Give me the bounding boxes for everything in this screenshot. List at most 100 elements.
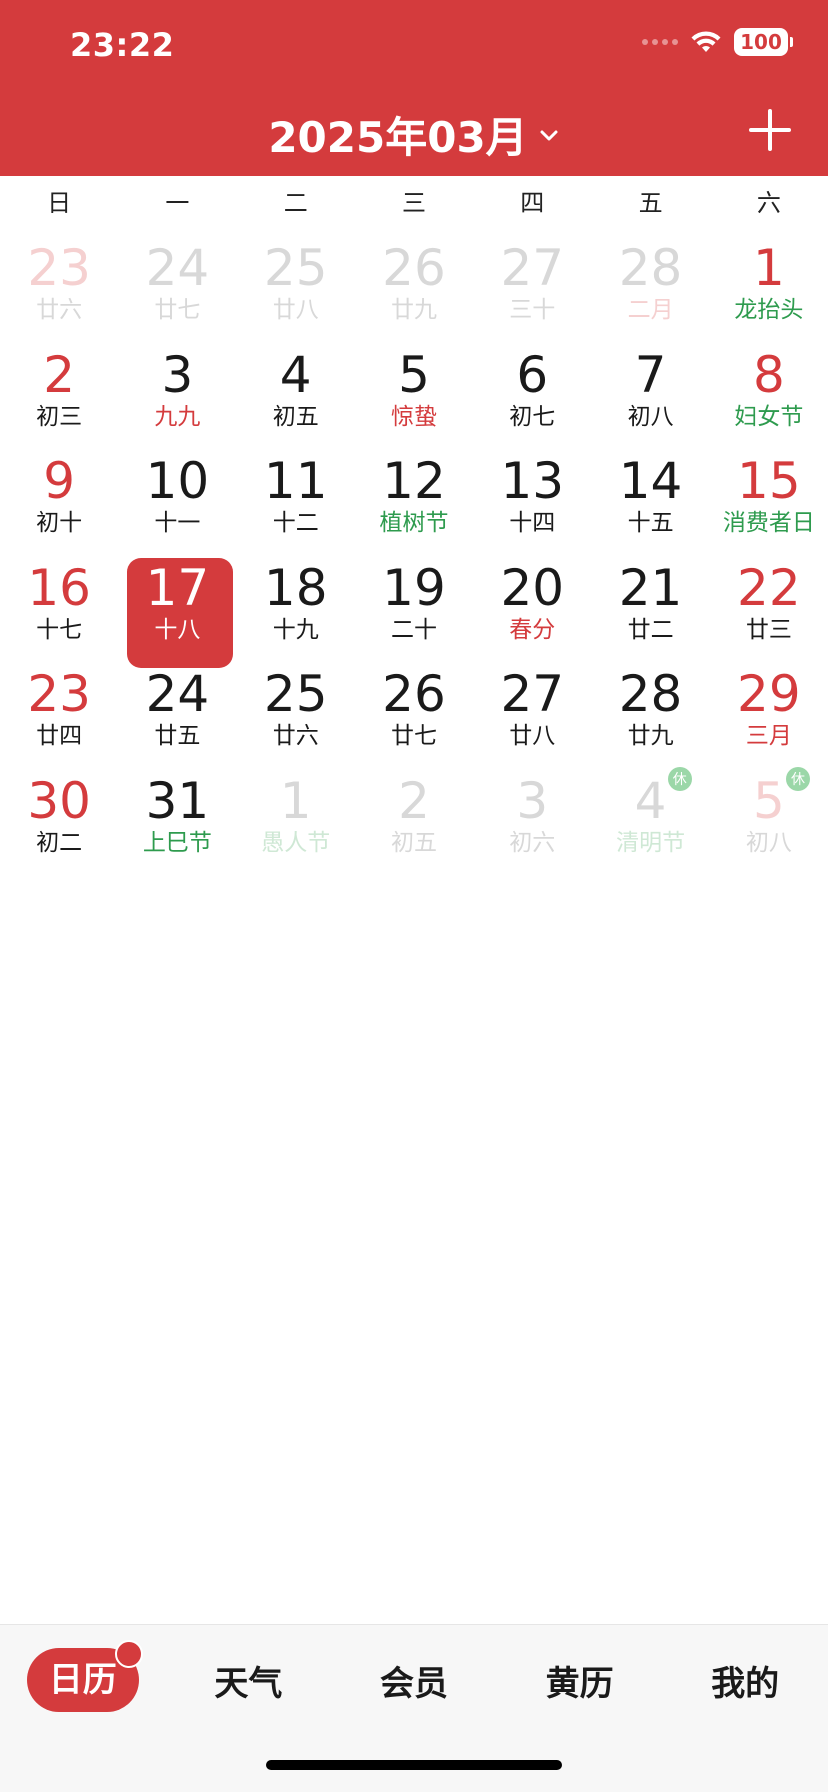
day-number: 22 [737,558,801,617]
holiday-badge: 休 [667,766,692,791]
day-number: 16 [27,558,91,617]
lunar-label: 廿七 [154,297,201,324]
lunar-label: 廿七 [390,723,437,750]
day-number: 23 [27,665,91,724]
day-cell[interactable]: 14 十五 [591,443,709,550]
lunar-label: 龙抬头 [734,297,804,324]
chevron-down-icon [540,130,558,140]
day-cell[interactable]: 26 廿七 [355,656,473,763]
day-number: 28 [618,239,683,298]
day-cell[interactable]: 23 廿四 [0,656,118,763]
day-cell[interactable]: 28 二月 [591,230,709,337]
day-number: 27 [500,665,565,724]
day-cell[interactable]: 27 廿八 [473,656,591,763]
day-number: 19 [382,558,446,617]
lunar-label: 廿六 [36,297,83,324]
weekday-label: 三 [401,189,426,217]
tab-membership[interactable]: 会员 [331,1656,497,1705]
day-cell[interactable]: 休 4 清明节 [591,763,709,870]
day-cell[interactable]: 27 三十 [473,230,591,337]
day-cell[interactable]: 16 十七 [0,550,118,657]
add-icon[interactable] [748,108,792,152]
tab-calendar[interactable]: 日历 [0,1640,166,1712]
lunar-label: 初五 [272,403,319,430]
day-cell[interactable]: 24 廿五 [118,656,236,763]
day-cell[interactable]: 8 妇女节 [710,337,828,444]
cellular-signal-icon [642,39,678,45]
day-cell[interactable]: 19 二十 [355,550,473,657]
lunar-label: 植树节 [379,510,449,537]
day-cell[interactable]: 10 十一 [118,443,236,550]
day-cell[interactable]: 28 廿九 [591,656,709,763]
day-number: 10 [145,452,210,511]
weekday-header: 日一二三四五六 [0,180,828,226]
day-number: 13 [500,452,565,511]
day-number: 8 [752,345,785,404]
day-number: 11 [263,452,328,511]
day-cell[interactable]: 24 廿七 [118,230,236,337]
month-selector[interactable]: 2025年03月 [0,104,828,165]
day-cell[interactable]: 6 初七 [473,337,591,444]
day-cell[interactable]: 3 九九 [118,337,236,444]
day-number: 15 [737,452,801,511]
status-time: 23:22 [70,26,175,64]
holiday-badge: 休 [785,766,810,791]
lunar-label: 廿六 [272,723,319,750]
weekday-label: 一 [165,189,190,217]
day-cell[interactable]: 26 廿九 [355,230,473,337]
day-cell[interactable]: 5 惊蛰 [355,337,473,444]
day-cell[interactable]: 22 廿三 [710,550,828,657]
day-cell-selected[interactable]: 17 十八 [118,550,236,668]
lunar-label: 十五 [627,510,674,537]
day-cell[interactable]: 20 春分 [473,550,591,657]
day-cell[interactable]: 25 廿六 [237,656,355,763]
day-cell[interactable]: 18 十九 [237,550,355,657]
day-cell[interactable]: 3 初六 [473,763,591,870]
day-number: 29 [737,665,801,724]
weekday-label: 日 [47,189,72,217]
swap-icon [114,1640,143,1668]
day-cell[interactable]: 9 初十 [0,443,118,550]
day-cell[interactable]: 休 5 初八 [710,763,828,870]
lunar-label: 初八 [627,403,674,430]
day-cell[interactable]: 7 初八 [591,337,709,444]
day-cell[interactable]: 21 廿二 [591,550,709,657]
lunar-label: 廿八 [509,723,556,750]
lunar-label: 廿九 [390,297,437,324]
day-cell[interactable]: 2 初五 [355,763,473,870]
day-number: 1 [279,771,312,830]
tab-almanac[interactable]: 黄历 [497,1656,663,1705]
lunar-label: 廿三 [745,616,792,643]
day-cell[interactable]: 2 初三 [0,337,118,444]
tab-label: 日历 [26,1640,143,1712]
lunar-label: 廿九 [627,723,674,750]
weekday-label: 六 [756,189,781,217]
day-cell[interactable]: 13 十四 [473,443,591,550]
day-cell[interactable]: 15 消费者日 [710,443,828,550]
tab-weather[interactable]: 天气 [166,1656,332,1705]
day-number: 3 [516,771,549,830]
day-number: 25 [263,665,328,724]
day-number: 26 [382,239,446,298]
day-number: 17 [145,558,210,617]
day-cell[interactable]: 1 龙抬头 [710,230,828,337]
day-cell[interactable]: 29 三月 [710,656,828,763]
day-cell[interactable]: 4 初五 [237,337,355,444]
lunar-label: 上巳节 [142,829,212,856]
day-number: 21 [618,558,683,617]
lunar-label: 初五 [390,829,437,856]
lunar-label: 十二 [272,510,319,537]
calendar-grid: 23 廿六 24 廿七 25 廿八 26 廿九 27 三十 28 二月 1 龙抬头 2 初三 3 九九 4 初五 5 惊蛰… [0,230,828,869]
day-number: 14 [618,452,683,511]
day-cell[interactable]: 31 上巳节 [118,763,236,870]
day-cell[interactable]: 25 廿八 [237,230,355,337]
day-cell[interactable]: 12 植树节 [355,443,473,550]
day-cell[interactable]: 11 十二 [237,443,355,550]
lunar-label: 初六 [509,829,556,856]
day-cell[interactable]: 1 愚人节 [237,763,355,870]
tab-profile[interactable]: 我的 [662,1656,828,1705]
lunar-label: 初二 [36,829,83,856]
day-cell[interactable]: 30 初二 [0,763,118,870]
tab-bar: 日历 天气 会员 黄历 我的 [0,1624,828,1792]
day-cell[interactable]: 23 廿六 [0,230,118,337]
